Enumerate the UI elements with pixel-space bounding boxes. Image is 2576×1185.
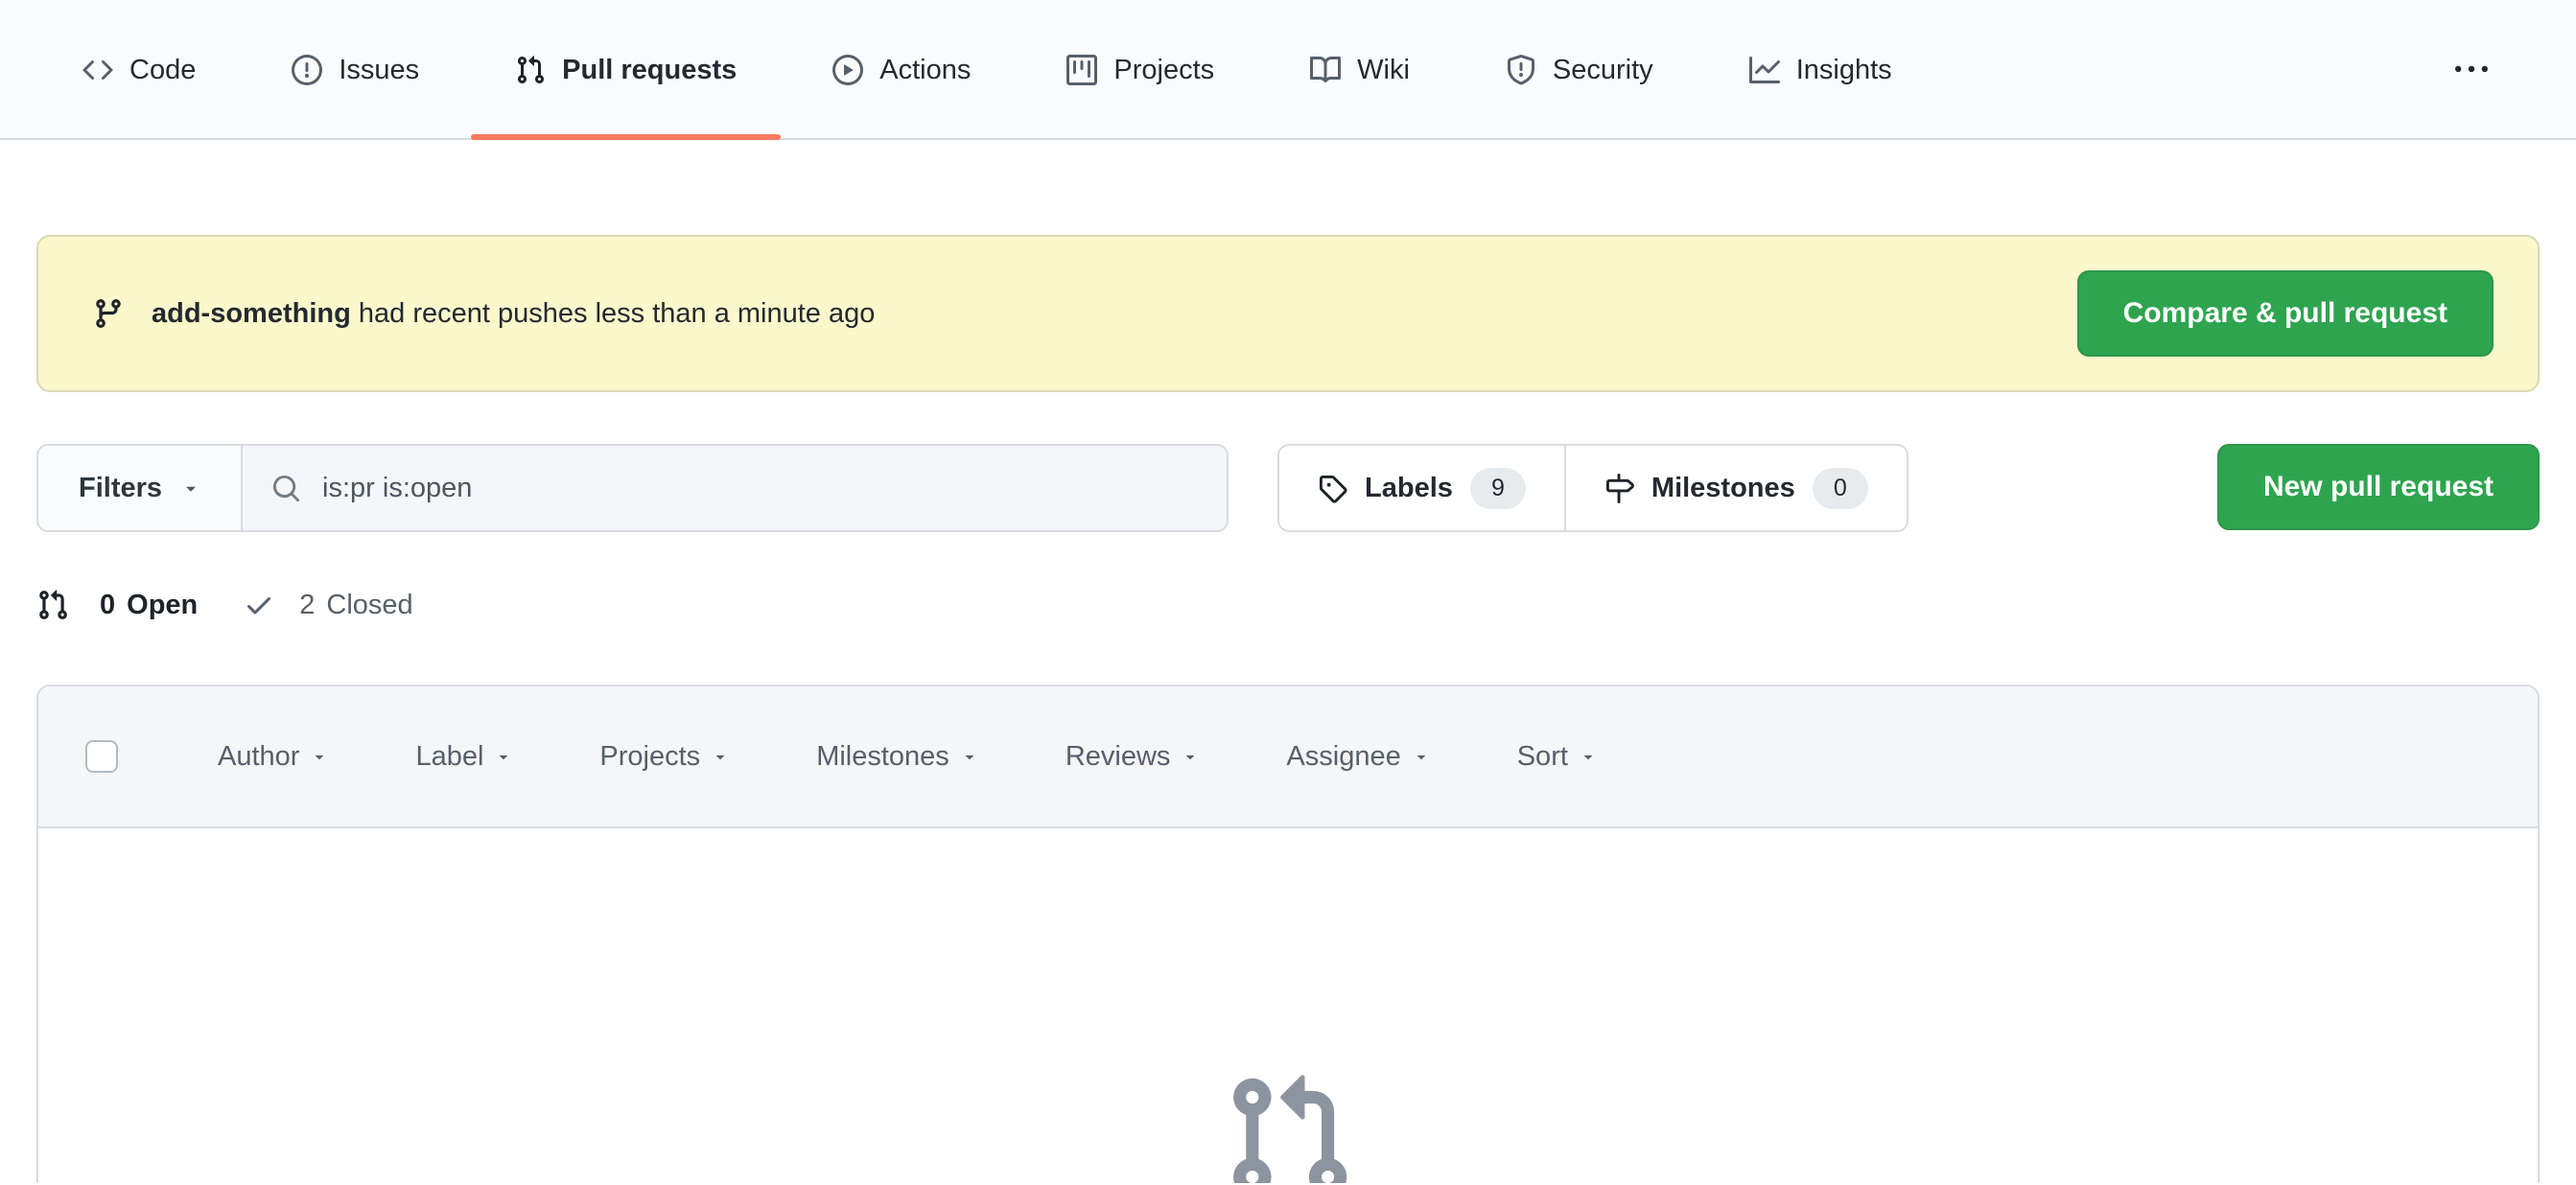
filter-label: Reviews bbox=[1065, 740, 1171, 772]
list-filter-menus: Author Label Projects Milestones Reviews… bbox=[218, 741, 1597, 773]
tab-label: Pull requests bbox=[562, 54, 738, 85]
project-board-icon bbox=[1066, 55, 1097, 85]
triangle-down-icon bbox=[961, 748, 978, 765]
milestones-filter-button[interactable]: Milestones bbox=[816, 741, 978, 773]
filter-label: Label bbox=[415, 740, 484, 772]
filter-label: Sort bbox=[1516, 740, 1568, 772]
tab-label: Projects bbox=[1113, 54, 1215, 85]
tag-icon bbox=[1318, 474, 1347, 503]
pr-list-header: Author Label Projects Milestones Reviews… bbox=[38, 686, 2538, 828]
open-count: 0 bbox=[100, 589, 116, 620]
milestone-icon bbox=[1604, 474, 1634, 503]
search-icon bbox=[271, 474, 301, 503]
book-icon bbox=[1310, 55, 1341, 85]
open-prs-tab[interactable]: 0 Open bbox=[36, 589, 198, 621]
sort-filter-button[interactable]: Sort bbox=[1517, 741, 1597, 773]
search-input[interactable] bbox=[322, 472, 1199, 504]
search-box bbox=[243, 444, 1229, 532]
tab-projects[interactable]: Projects bbox=[1022, 0, 1258, 140]
tab-label: Code bbox=[129, 54, 197, 85]
labels-milestones-group: Labels 9 Milestones 0 bbox=[1277, 444, 1909, 532]
tab-code[interactable]: Code bbox=[38, 0, 240, 140]
git-branch-icon bbox=[92, 297, 125, 330]
assignee-filter-button[interactable]: Assignee bbox=[1286, 741, 1429, 773]
filter-label: Assignee bbox=[1286, 740, 1401, 772]
closed-label: Closed bbox=[326, 589, 413, 620]
branch-name: add-something bbox=[152, 297, 351, 329]
pull-requests-page: Code Issues Pull requests Actions Projec… bbox=[0, 0, 2576, 1183]
issue-opened-icon bbox=[292, 55, 322, 85]
triangle-down-icon bbox=[1580, 748, 1597, 765]
triangle-down-icon bbox=[1182, 748, 1199, 765]
filter-bar: Filters Labels 9 Milestones 0 Ne bbox=[36, 444, 2540, 532]
milestones-label: Milestones bbox=[1651, 472, 1795, 503]
filter-label: Projects bbox=[599, 740, 701, 772]
author-filter-button[interactable]: Author bbox=[218, 741, 328, 773]
tab-wiki[interactable]: Wiki bbox=[1266, 0, 1454, 140]
milestones-button[interactable]: Milestones 0 bbox=[1563, 446, 1907, 530]
new-pull-request-button[interactable]: New pull request bbox=[2216, 444, 2540, 530]
nav-overflow-button[interactable] bbox=[2446, 40, 2497, 100]
filters-label: Filters bbox=[79, 472, 163, 503]
active-tab-underline bbox=[471, 134, 782, 140]
compare-pull-request-button[interactable]: Compare & pull request bbox=[2076, 270, 2494, 357]
labels-label: Labels bbox=[1365, 472, 1453, 503]
closed-count: 2 bbox=[299, 589, 316, 620]
issue-state-row: 0 Open 2 Closed bbox=[36, 580, 2540, 630]
kebab-horizontal-icon bbox=[2455, 54, 2488, 86]
triangle-down-icon bbox=[495, 748, 512, 765]
recent-push-banner: add-something had recent pushes less tha… bbox=[36, 235, 2540, 392]
label-filter-button[interactable]: Label bbox=[415, 741, 512, 773]
git-pull-request-icon bbox=[515, 55, 546, 85]
git-pull-request-icon bbox=[1221, 1070, 1355, 1183]
projects-filter-button[interactable]: Projects bbox=[599, 741, 729, 773]
repo-nav: Code Issues Pull requests Actions Projec… bbox=[0, 0, 2576, 140]
check-icon bbox=[244, 590, 274, 620]
tab-label: Actions bbox=[879, 54, 972, 85]
recent-push-message: add-something had recent pushes less tha… bbox=[152, 298, 875, 330]
select-all-checkbox[interactable] bbox=[85, 740, 118, 773]
tab-label: Issues bbox=[339, 54, 420, 85]
tab-actions[interactable]: Actions bbox=[788, 0, 1015, 140]
git-pull-request-icon bbox=[36, 589, 69, 621]
tab-issues[interactable]: Issues bbox=[247, 0, 463, 140]
tab-label: Wiki bbox=[1357, 54, 1410, 85]
tab-insights[interactable]: Insights bbox=[1705, 0, 1936, 140]
reviews-filter-button[interactable]: Reviews bbox=[1066, 741, 1200, 773]
main-content: add-something had recent pushes less tha… bbox=[0, 235, 2576, 1183]
code-icon bbox=[82, 55, 113, 85]
labels-count-badge: 9 bbox=[1469, 467, 1526, 509]
filters-dropdown-button[interactable]: Filters bbox=[36, 444, 244, 532]
triangle-down-icon bbox=[712, 748, 729, 765]
triangle-down-icon bbox=[1413, 748, 1430, 765]
shield-icon bbox=[1506, 55, 1536, 85]
filter-label: Milestones bbox=[816, 740, 949, 772]
milestones-count-badge: 0 bbox=[1812, 467, 1868, 509]
triangle-down-icon bbox=[181, 478, 200, 498]
graph-icon bbox=[1749, 55, 1780, 85]
tab-label: Security bbox=[1552, 54, 1653, 85]
pr-list-container: Author Label Projects Milestones Reviews… bbox=[36, 685, 2540, 1183]
open-label: Open bbox=[127, 589, 199, 620]
closed-prs-tab[interactable]: 2 Closed bbox=[244, 589, 413, 621]
push-message-text: had recent pushes less than a minute ago bbox=[358, 297, 876, 329]
triangle-down-icon bbox=[311, 748, 328, 765]
tab-label: Insights bbox=[1795, 54, 1892, 85]
tab-security[interactable]: Security bbox=[1462, 0, 1698, 140]
empty-state bbox=[38, 828, 2538, 1183]
tab-pull-requests[interactable]: Pull requests bbox=[471, 0, 782, 140]
labels-button[interactable]: Labels 9 bbox=[1279, 446, 1564, 530]
filter-label: Author bbox=[218, 740, 300, 772]
play-circle-icon bbox=[832, 55, 863, 85]
